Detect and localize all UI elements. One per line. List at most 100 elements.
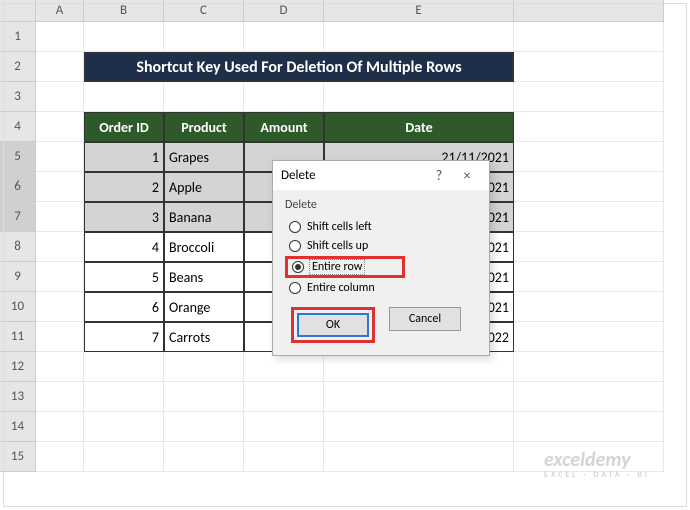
row-header-4[interactable]: 4: [0, 112, 36, 142]
table-cell[interactable]: Carrots: [164, 322, 244, 352]
cell[interactable]: [84, 22, 164, 52]
col-header-e[interactable]: E: [324, 0, 514, 22]
cell[interactable]: [36, 442, 84, 472]
table-cell[interactable]: Orange: [164, 292, 244, 322]
cell[interactable]: [36, 292, 84, 322]
table-cell[interactable]: 3: [84, 202, 164, 232]
cell[interactable]: [514, 412, 664, 442]
table-cell[interactable]: 1: [84, 142, 164, 172]
table-cell[interactable]: Apple: [164, 172, 244, 202]
row-header-8[interactable]: 8: [0, 232, 36, 262]
cell[interactable]: [36, 112, 84, 142]
cell[interactable]: [84, 82, 164, 112]
cell[interactable]: [244, 382, 324, 412]
cell[interactable]: [36, 82, 84, 112]
cell[interactable]: [514, 262, 664, 292]
row-header-5[interactable]: 5: [0, 142, 36, 172]
cell[interactable]: [514, 172, 664, 202]
table-cell[interactable]: Broccoli: [164, 232, 244, 262]
cell[interactable]: [514, 352, 664, 382]
table-cell[interactable]: 4: [84, 232, 164, 262]
row-header-15[interactable]: 15: [0, 442, 36, 472]
cell[interactable]: [244, 22, 324, 52]
cell[interactable]: [324, 442, 514, 472]
cell[interactable]: [36, 52, 84, 82]
cell[interactable]: [84, 382, 164, 412]
col-header-d[interactable]: D: [244, 0, 324, 22]
cell[interactable]: [324, 382, 514, 412]
row-header-12[interactable]: 12: [0, 352, 36, 382]
cell[interactable]: [36, 142, 84, 172]
cell[interactable]: [164, 352, 244, 382]
cell[interactable]: [514, 322, 664, 352]
row-header-1[interactable]: 1: [0, 22, 36, 52]
cell[interactable]: [244, 82, 324, 112]
col-header-a[interactable]: A: [36, 0, 84, 22]
col-header-c[interactable]: C: [164, 0, 244, 22]
cell[interactable]: [36, 202, 84, 232]
cell[interactable]: [84, 412, 164, 442]
cell[interactable]: [164, 82, 244, 112]
table-cell[interactable]: 7: [84, 322, 164, 352]
cell[interactable]: [514, 22, 664, 52]
help-button[interactable]: ?: [425, 167, 453, 184]
cell[interactable]: [164, 382, 244, 412]
cell[interactable]: [514, 52, 664, 82]
cell[interactable]: [244, 412, 324, 442]
cell[interactable]: [36, 412, 84, 442]
table-cell[interactable]: 5: [84, 262, 164, 292]
cancel-button[interactable]: Cancel: [389, 307, 461, 331]
cell[interactable]: [324, 82, 514, 112]
cell[interactable]: [36, 172, 84, 202]
ok-button[interactable]: OK: [297, 313, 369, 337]
cell[interactable]: [514, 382, 664, 412]
table-cell[interactable]: Beans: [164, 262, 244, 292]
row-header-7[interactable]: 7: [0, 202, 36, 232]
table-cell[interactable]: 2: [84, 172, 164, 202]
cell[interactable]: [84, 442, 164, 472]
radio-shift-left[interactable]: Shift cells left: [285, 218, 477, 236]
radio-label: Entire row: [310, 260, 364, 274]
cell[interactable]: [36, 262, 84, 292]
cell[interactable]: [244, 352, 324, 382]
th-product: Product: [164, 112, 244, 142]
radio-shift-up[interactable]: Shift cells up: [285, 237, 477, 255]
cell[interactable]: [324, 22, 514, 52]
cell[interactable]: [36, 22, 84, 52]
cell[interactable]: [36, 232, 84, 262]
col-header-extra: [514, 0, 664, 22]
cell[interactable]: [514, 202, 664, 232]
row-header-9[interactable]: 9: [0, 262, 36, 292]
cell[interactable]: [164, 442, 244, 472]
radio-entire-column[interactable]: Entire column: [285, 279, 477, 297]
cell[interactable]: [324, 352, 514, 382]
cell[interactable]: [244, 442, 324, 472]
table-cell[interactable]: Banana: [164, 202, 244, 232]
cell[interactable]: [164, 22, 244, 52]
cell[interactable]: [514, 112, 664, 142]
row-header-6[interactable]: 6: [0, 172, 36, 202]
row-header-3[interactable]: 3: [0, 82, 36, 112]
table-cell[interactable]: 6: [84, 292, 164, 322]
select-all-corner[interactable]: [0, 0, 36, 22]
cell[interactable]: [36, 382, 84, 412]
radio-entire-row[interactable]: Entire row: [285, 256, 405, 278]
cell[interactable]: [514, 232, 664, 262]
row-header-10[interactable]: 10: [0, 292, 36, 322]
row-header-13[interactable]: 13: [0, 382, 36, 412]
row-header-14[interactable]: 14: [0, 412, 36, 442]
cell[interactable]: [164, 412, 244, 442]
close-button[interactable]: ×: [453, 167, 481, 184]
cell[interactable]: [514, 292, 664, 322]
table-cell[interactable]: Grapes: [164, 142, 244, 172]
dialog-titlebar[interactable]: Delete ? ×: [273, 161, 489, 190]
cell[interactable]: [84, 352, 164, 382]
cell[interactable]: [514, 142, 664, 172]
cell[interactable]: [36, 352, 84, 382]
cell[interactable]: [36, 322, 84, 352]
row-header-11[interactable]: 11: [0, 322, 36, 352]
row-header-2[interactable]: 2: [0, 52, 36, 82]
col-header-b[interactable]: B: [84, 0, 164, 22]
cell[interactable]: [324, 412, 514, 442]
cell[interactable]: [514, 82, 664, 112]
